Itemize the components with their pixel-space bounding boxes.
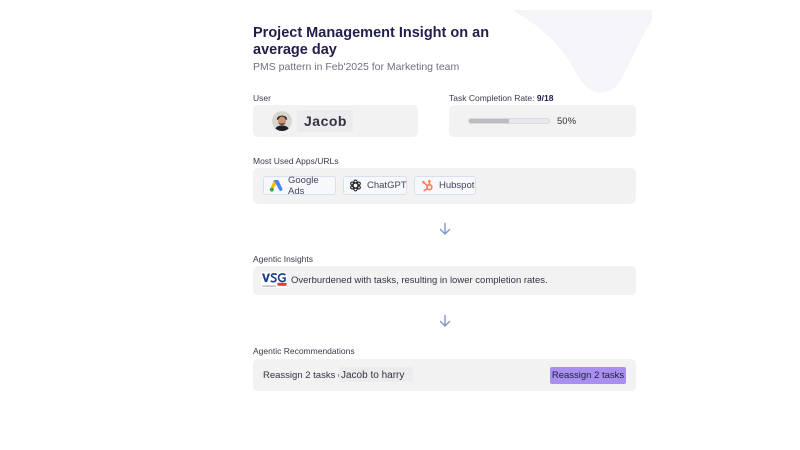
recommendation-names: Jacob to harry xyxy=(341,370,405,381)
app-name: Google Ads xyxy=(288,174,319,197)
hubspot-icon xyxy=(420,179,434,193)
task-progress-fill xyxy=(469,119,509,123)
arrow-down-icon xyxy=(438,314,452,328)
page-title: Project Management Insight on an average… xyxy=(253,25,490,58)
google-ads-icon xyxy=(269,179,283,193)
task-progress-bar xyxy=(468,118,550,124)
app-name: Hubspot xyxy=(439,180,475,191)
app-chip-hubspot[interactable]: Hubspot xyxy=(414,176,476,195)
insights-label: Agentic Insights xyxy=(253,254,314,264)
reassign-tasks-button[interactable]: Reassign 2 tasks xyxy=(550,367,626,384)
task-progress-percent: 50% xyxy=(557,116,577,127)
task-completion-caption: Task Completion Rate: xyxy=(449,93,535,103)
background-decoration xyxy=(512,10,652,94)
recommendation-text: Reassign 2 tasks of xyxy=(263,370,346,381)
user-name: Jacob xyxy=(304,113,347,129)
vsg-logo-icon xyxy=(261,272,287,288)
user-label: User xyxy=(253,93,271,103)
insight-text: Overburdened with tasks, resulting in lo… xyxy=(291,275,548,286)
app-chip-google-ads[interactable]: Google Ads xyxy=(263,174,336,197)
apps-label: Most Used Apps/URLs xyxy=(253,156,339,166)
task-completion-value: 9/18 xyxy=(536,93,554,103)
app-name: ChatGPT xyxy=(367,180,407,191)
user-avatar xyxy=(272,111,292,131)
recommendations-label: Agentic Recommendations xyxy=(253,346,355,356)
page-subtitle: PMS pattern in Feb'2025 for Marketing te… xyxy=(253,61,460,73)
arrow-down-icon xyxy=(438,222,452,236)
app-chip-chatgpt[interactable]: ChatGPT xyxy=(343,176,407,195)
task-completion-label: Task Completion Rate: 9/18 xyxy=(449,93,553,103)
chatgpt-icon xyxy=(349,179,362,193)
